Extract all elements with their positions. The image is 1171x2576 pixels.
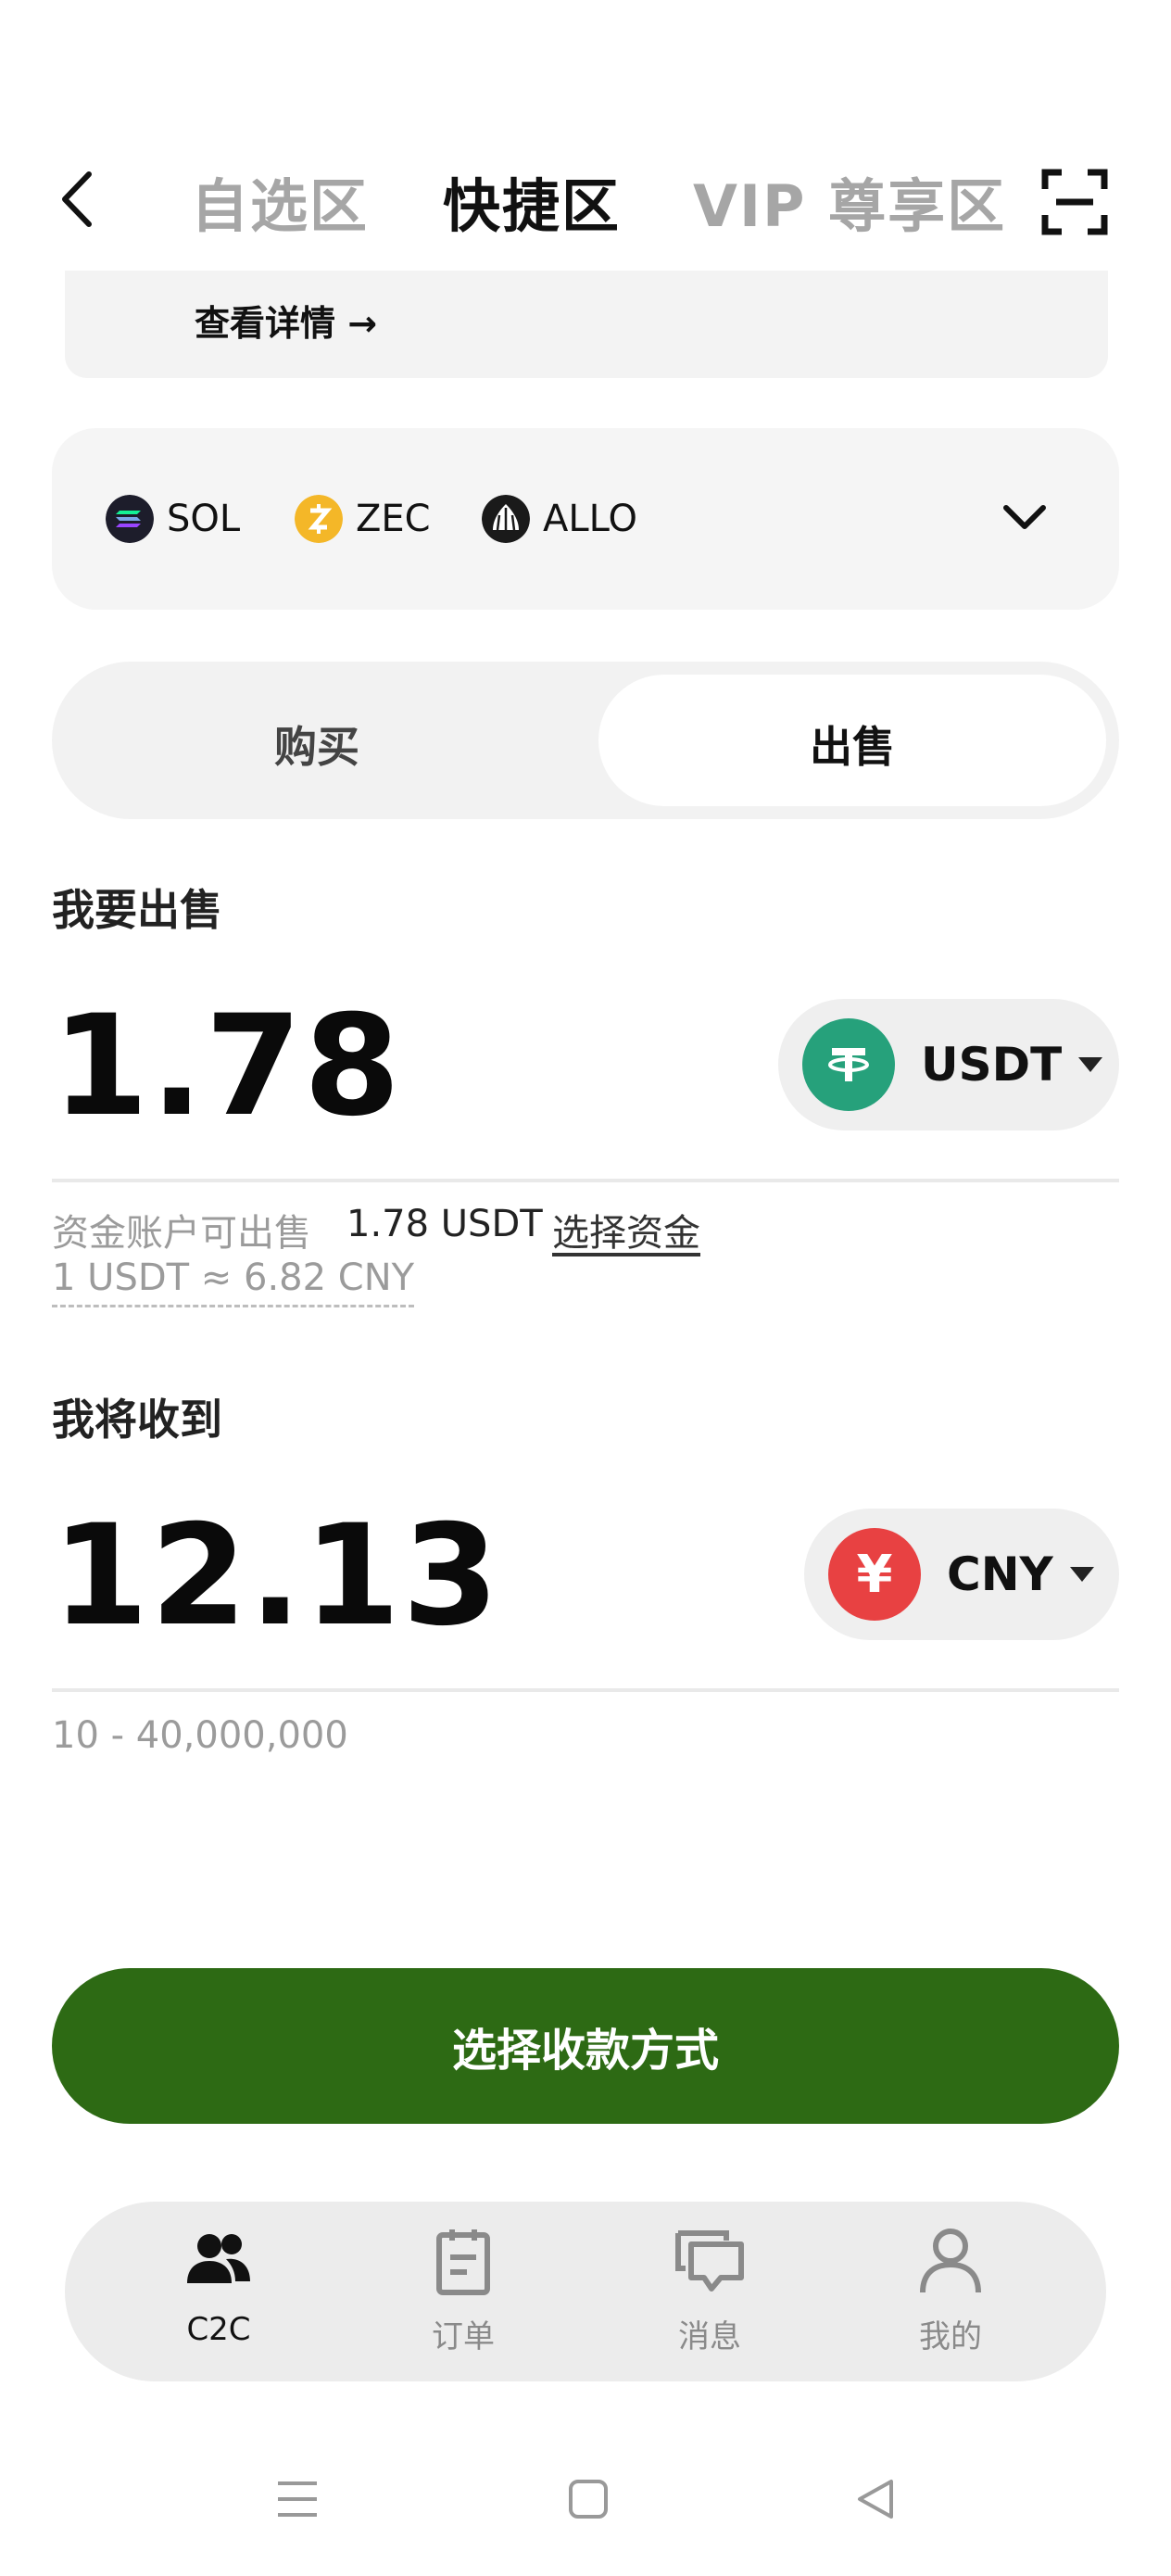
- receive-currency-selector[interactable]: ¥ CNY: [804, 1509, 1119, 1640]
- nav-c2c-label: C2C: [186, 2311, 251, 2348]
- view-details-link[interactable]: 查看详情 →: [195, 295, 377, 346]
- system-back-button[interactable]: [852, 2476, 899, 2522]
- chevron-left-icon: [62, 171, 92, 227]
- chevron-down-icon: [1003, 505, 1046, 529]
- allo-icon: [482, 495, 530, 543]
- profile-icon: [920, 2229, 981, 2293]
- buy-tab[interactable]: 购买: [274, 713, 359, 775]
- coin-dropdown-button[interactable]: [1001, 499, 1049, 536]
- cny-symbol: ¥: [856, 1544, 893, 1605]
- receive-section-title: 我将收到: [52, 1395, 222, 1445]
- available-value: 1.78 USDT: [346, 1203, 543, 1245]
- receive-amount-input[interactable]: 12.13: [52, 1496, 500, 1657]
- sell-tab[interactable]: 出售: [810, 713, 895, 775]
- back-triangle-icon: [858, 2480, 893, 2519]
- coin-sol-label: SOL: [167, 498, 241, 540]
- coin-sol[interactable]: SOL: [106, 491, 240, 547]
- select-funds-link[interactable]: 选择资金: [552, 1203, 700, 1256]
- coin-zec[interactable]: ZEC: [295, 491, 431, 547]
- available-label: 资金账户可出售: [52, 1212, 311, 1255]
- home-square-icon: [569, 2480, 608, 2519]
- tab-express[interactable]: 快捷区: [443, 159, 621, 243]
- users-icon: [187, 2234, 250, 2283]
- sell-divider: [52, 1179, 1119, 1182]
- sell-currency-label: USDT: [921, 1038, 1063, 1092]
- system-home-button[interactable]: [565, 2476, 611, 2522]
- cny-icon: ¥: [828, 1528, 921, 1621]
- nav-orders[interactable]: 订单: [371, 2224, 556, 2363]
- caret-down-icon: [1078, 1057, 1103, 1072]
- clipboard-icon: [436, 2229, 490, 2295]
- coin-allo[interactable]: ALLO: [482, 491, 637, 547]
- receive-currency-label: CNY: [947, 1547, 1053, 1601]
- tab-vip[interactable]: VIP 尊享区: [693, 159, 1006, 243]
- nav-messages[interactable]: 消息: [617, 2224, 802, 2363]
- menu-icon: [278, 2481, 317, 2517]
- tab-watchlist[interactable]: 自选区: [191, 159, 369, 243]
- sell-currency-selector[interactable]: USDT: [778, 999, 1119, 1130]
- sol-icon: [106, 495, 154, 543]
- sell-section-title: 我要出售: [52, 885, 222, 935]
- chat-icon: [675, 2230, 744, 2292]
- exchange-rate[interactable]: 1 USDT ≈ 6.82 CNY: [52, 1256, 415, 1307]
- system-menu-button[interactable]: [274, 2476, 321, 2522]
- usdt-icon: [802, 1018, 895, 1111]
- nav-messages-label: 消息: [678, 2318, 741, 2355]
- back-button[interactable]: [56, 167, 102, 232]
- zec-icon: [295, 495, 343, 543]
- nav-orders-label: 订单: [432, 2318, 495, 2355]
- nav-profile[interactable]: 我的: [858, 2224, 1043, 2363]
- coin-zec-label: ZEC: [356, 498, 431, 540]
- nav-profile-label: 我的: [919, 2318, 982, 2355]
- sell-amount-input[interactable]: 1.78: [52, 986, 402, 1147]
- caret-down-icon: [1069, 1567, 1094, 1582]
- scan-icon: [1041, 169, 1108, 235]
- scan-button[interactable]: [1041, 169, 1108, 235]
- nav-c2c[interactable]: C2C: [126, 2224, 311, 2363]
- receive-divider: [52, 1688, 1119, 1692]
- amount-range: 10 - 40,000,000: [52, 1714, 348, 1757]
- select-payment-method-button[interactable]: 选择收款方式: [52, 1968, 1119, 2124]
- coin-allo-label: ALLO: [543, 498, 637, 540]
